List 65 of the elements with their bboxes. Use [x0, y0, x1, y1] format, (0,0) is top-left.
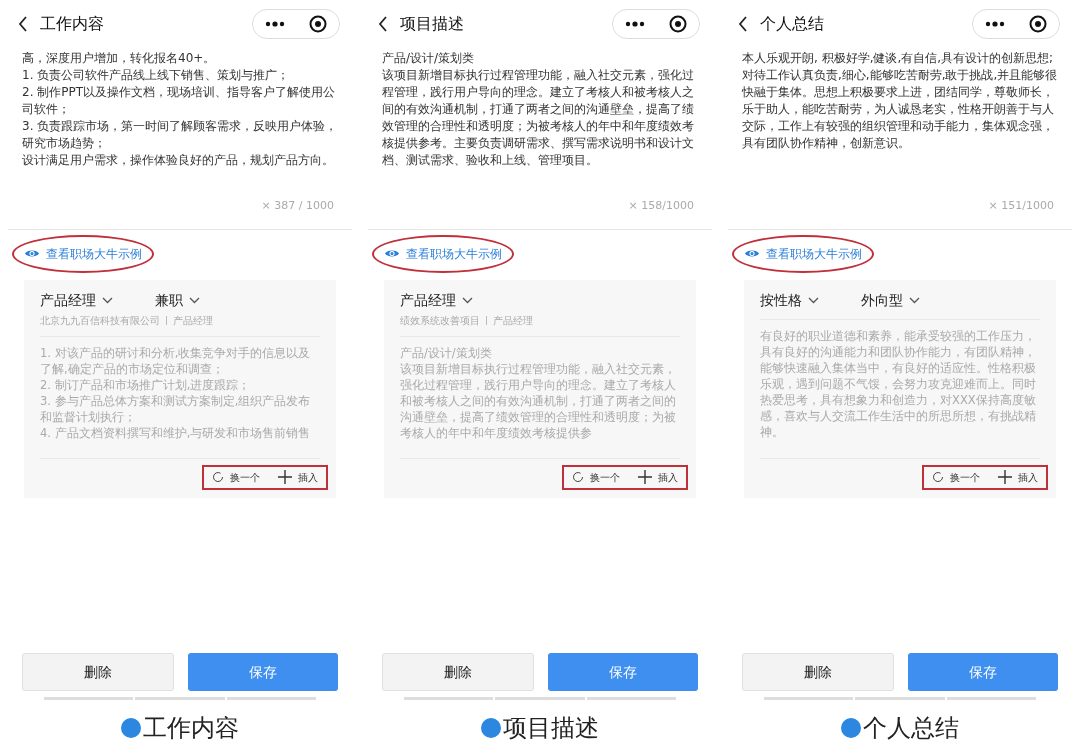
- chevron-down-icon: [462, 296, 473, 304]
- insert-button[interactable]: 插入: [998, 469, 1038, 485]
- example-link[interactable]: 查看职场大牛示例: [14, 238, 152, 269]
- more-icon[interactable]: [625, 21, 645, 27]
- more-icon[interactable]: [985, 21, 1005, 27]
- example-text: 产品/设计/策划类: [400, 344, 493, 361]
- category-selector[interactable]: 外向型: [861, 289, 920, 311]
- caption: 工作内容: [143, 714, 239, 743]
- delete-button[interactable]: 删除: [382, 653, 534, 691]
- example-text: 2. 制订产品和市场推广计划,进度跟踪；: [40, 376, 252, 393]
- text-line: 1. 负责公司软件产品线上线下销售、策划与推广；: [22, 67, 291, 84]
- chevron-down-icon: [909, 296, 920, 304]
- back-icon[interactable]: [18, 16, 28, 32]
- text-line: 产品/设计/策划类: [382, 50, 476, 67]
- insert-button[interactable]: 插入: [638, 469, 678, 485]
- category-selector[interactable]: 产品经理: [400, 289, 473, 311]
- example-text: 4. 产品文档资料撰写和维护,与研发和市场售前销售: [40, 424, 312, 441]
- text-line: 本人乐观开朗, 积极好学,健谈,有自信,具有设计的创新思想;对待工作认真负责,细心,能够吃苦耐劳,敢于挑战,并且能够很快融于集体。思想上积极要求上进，团结同学，尊敬师长，乐于助人，能吃苦耐劳，为人诚恳老实，性格开朗善于与人交际，工作上有较强的组织管理和动手能力，集体观念强，具有团队协作精神，创新意识。: [742, 50, 1058, 152]
- chevron-down-icon: [808, 296, 819, 304]
- text-line: 该项目新增目标执行过程管理功能，融入社交元素，强化过程管理，践行用户导向的理念。建立了考核人和被考核人之间的有效沟通机制，打通了两者之间的沟通壁垒，提高了绩效管理的合理性和透明度；为被考核人的年中和年度绩效考核提供参考。主要负责调研需求、撰写需求说明书和设计文档、测试需求、验收和上线、管理项目。: [382, 67, 695, 169]
- category-selector[interactable]: 按性格: [760, 289, 819, 311]
- example-text: 有良好的职业道德和素养，能承受较强的工作压力，具有良好的沟通能力和团队协作能力，有团队精神，能够快速融入集体当中，有良好的适应性。性格积极乐观，遇到问题不气馁，会努力攻克迎难而上。同时热爱思考，具有想象力和创造力，对XXX保持高度敏感，喜欢与人交流工作生活中的所思所想，有挑战精神。: [760, 327, 1037, 440]
- example-text: 1. 对该产品的研讨和分析,收集竞争对手的信息以及了解,确定产品的市场定位和调查；: [40, 344, 312, 377]
- example-source: 北京九九百信科技有限公司: [40, 313, 160, 328]
- refresh-icon: [932, 471, 944, 483]
- example-text: 该项目新增目标执行过程管理功能，融入社交元素，强化过程管理，践行用户导向的理念。建立了考核人和被考核人之间的有效沟通机制，打通了两者之间的沟通壁垒，提高了绩效管理的合理性和透明度；为被考核人的年中和年度绩效考核提供参: [400, 360, 677, 441]
- category-selector[interactable]: 兼职: [155, 289, 200, 311]
- page-title: 工作内容: [40, 13, 105, 35]
- eye-icon: [24, 248, 40, 259]
- example-text: 3. 参与产品总体方案和测试方案制定,组织产品发布和监督计划执行；: [40, 392, 312, 425]
- chevron-down-icon: [189, 296, 200, 304]
- eye-icon: [384, 248, 400, 259]
- plus-icon: [638, 470, 652, 484]
- eye-icon: [744, 248, 760, 259]
- back-icon[interactable]: [378, 16, 388, 32]
- delete-button[interactable]: 删除: [22, 653, 174, 691]
- text-line: 2. 制作PPT以及操作文档，现场培训、指导客户了解使用公司软件；: [22, 84, 337, 118]
- page-title: 项目描述: [400, 13, 465, 35]
- caption: 个人总结: [863, 714, 959, 743]
- delete-button[interactable]: 删除: [742, 653, 894, 691]
- example-link[interactable]: 查看职场大牛示例: [734, 238, 872, 269]
- example-source: 绩效系统改善项目: [400, 313, 480, 328]
- page-title: 个人总结: [760, 13, 825, 35]
- plus-icon: [278, 470, 292, 484]
- char-counter: × 151/1000: [988, 198, 1054, 214]
- caption: 项目描述: [503, 714, 599, 743]
- swap-button[interactable]: 换一个: [932, 469, 980, 485]
- category-selector[interactable]: 产品经理: [40, 289, 113, 311]
- swap-button[interactable]: 换一个: [572, 469, 620, 485]
- plus-icon: [998, 470, 1012, 484]
- text-line: 3. 负责跟踪市场，第一时间了解顾客需求，反映用户体验，研究市场趋势；: [22, 118, 338, 152]
- char-counter: × 387 / 1000: [261, 198, 334, 214]
- insert-button[interactable]: 插入: [278, 469, 318, 485]
- char-counter: × 158/1000: [628, 198, 694, 214]
- example-link[interactable]: 查看职场大牛示例: [374, 238, 512, 269]
- refresh-icon: [572, 471, 584, 483]
- example-role: 产品经理: [173, 313, 213, 328]
- more-icon[interactable]: [265, 21, 285, 27]
- refresh-icon: [212, 471, 224, 483]
- example-role: 产品经理: [493, 313, 533, 328]
- chevron-down-icon: [102, 296, 113, 304]
- text-line: 高，深度用户增加，转化报名40+。: [22, 50, 217, 67]
- text-line: 设计满足用户需求，操作体验良好的产品，规划产品方向。: [22, 152, 335, 169]
- swap-button[interactable]: 换一个: [212, 469, 260, 485]
- back-icon[interactable]: [738, 16, 748, 32]
